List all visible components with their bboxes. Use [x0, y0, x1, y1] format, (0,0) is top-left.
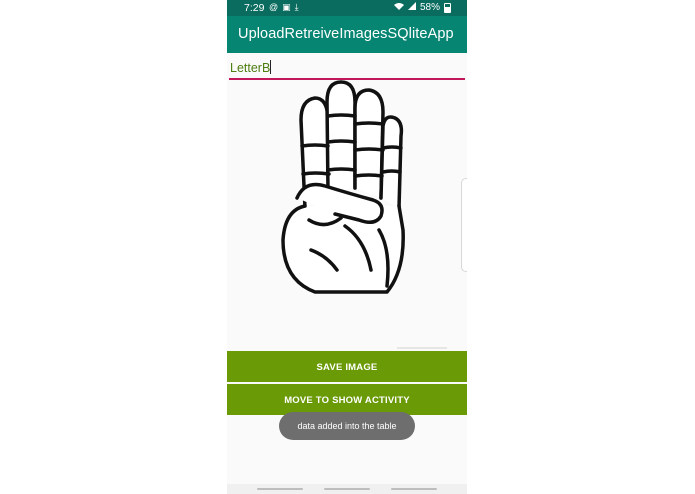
image-icon: ▣	[282, 2, 291, 12]
alarm-icon: @	[269, 2, 279, 12]
signal-icon	[407, 2, 416, 13]
image-preview[interactable]	[227, 80, 467, 350]
status-icons-right: 58%	[393, 2, 451, 13]
battery-percent: 58%	[419, 2, 440, 13]
status-time: 7:29	[244, 2, 265, 14]
image-name-field[interactable]: LetterB	[229, 58, 465, 80]
text-cursor	[270, 60, 272, 74]
image-watermark	[397, 347, 447, 349]
image-name-value: LetterB	[230, 60, 272, 75]
app-title: UploadRetreiveImagesSQliteApp	[238, 26, 454, 42]
phone-screen: 7:29 @ ▣ ⤓ 58% UploadRetreiveImagesSQlit…	[227, 0, 467, 494]
image-name-text: LetterB	[230, 61, 271, 75]
edge-panel-handle[interactable]	[461, 178, 467, 272]
home-nav-button[interactable]	[324, 488, 370, 490]
move-to-show-activity-button[interactable]: MOVE TO SHOW ACTIVITY	[227, 384, 467, 415]
save-image-button[interactable]: SAVE IMAGE	[227, 351, 467, 382]
recents-nav-button[interactable]	[257, 488, 303, 490]
navigation-bar	[227, 484, 467, 494]
battery-icon	[444, 2, 451, 13]
hand-sign-letter-b-image	[281, 80, 405, 294]
toast-message: data added into the table	[279, 412, 415, 440]
wifi-icon	[393, 2, 404, 13]
download-icon: ⤓	[294, 2, 299, 12]
app-bar: UploadRetreiveImagesSQliteApp	[227, 16, 467, 53]
status-bar: 7:29 @ ▣ ⤓ 58%	[227, 0, 467, 16]
back-nav-button[interactable]	[391, 488, 437, 490]
status-icons-left: @ ▣ ⤓	[269, 2, 299, 13]
